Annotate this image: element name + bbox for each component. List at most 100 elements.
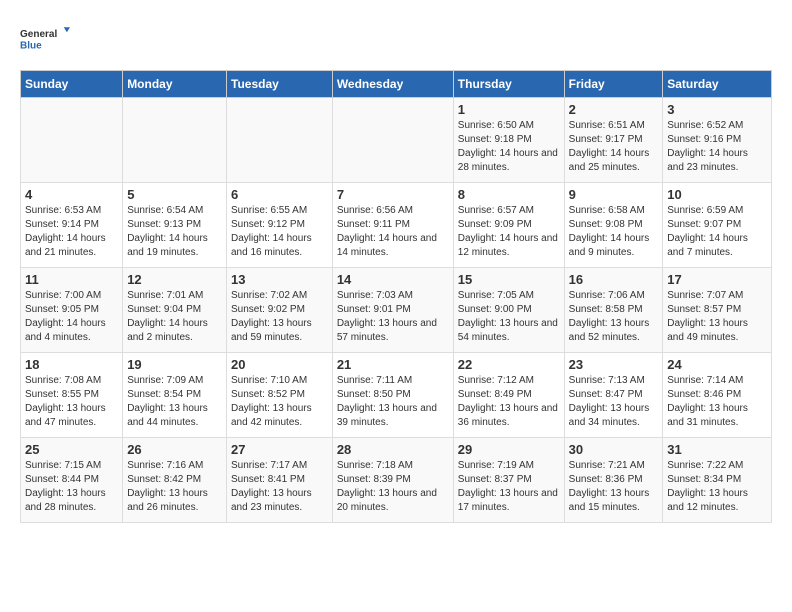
logo-svg: General Blue: [20, 20, 70, 60]
day-info: Sunrise: 7:18 AM Sunset: 8:39 PM Dayligh…: [337, 459, 449, 515]
day-info: Sunrise: 6:58 AM Sunset: 9:08 PM Dayligh…: [569, 204, 659, 260]
calendar-cell: 1Sunrise: 6:50 AM Sunset: 9:18 PM Daylig…: [453, 98, 564, 183]
day-number: 9: [569, 187, 659, 202]
day-info: Sunrise: 7:05 AM Sunset: 9:00 PM Dayligh…: [458, 289, 560, 345]
calendar-cell: 14 Sunrise: 7:03 AM Sunset: 9:01 PM Dayli…: [332, 268, 453, 353]
header-tuesday: Tuesday: [227, 71, 333, 98]
calendar-cell: 27 Sunrise: 7:17 AM Sunset: 8:41 PM Dayli…: [227, 438, 333, 523]
calendar-table: SundayMondayTuesdayWednesdayThursdayFrid…: [20, 70, 772, 523]
calendar-cell: 31 Sunrise: 7:22 AM Sunset: 8:34 PM Dayli…: [663, 438, 772, 523]
day-number: 24: [667, 357, 767, 372]
day-info: Sunrise: 6:59 AM Sunset: 9:07 PM Dayligh…: [667, 204, 767, 260]
day-info: Sunrise: 7:22 AM Sunset: 8:34 PM Dayligh…: [667, 459, 767, 515]
day-info: Sunrise: 6:51 AM Sunset: 9:17 PM Dayligh…: [569, 119, 659, 175]
day-number: 28: [337, 442, 449, 457]
day-number: 30: [569, 442, 659, 457]
day-info: Sunrise: 7:14 AM Sunset: 8:46 PM Dayligh…: [667, 374, 767, 430]
day-number: 6: [231, 187, 328, 202]
calendar-cell: 10 Sunrise: 6:59 AM Sunset: 9:07 PM Dayli…: [663, 183, 772, 268]
calendar-cell: [332, 98, 453, 183]
day-number: 23: [569, 357, 659, 372]
header-sunday: Sunday: [21, 71, 123, 98]
calendar-cell: 13Sunrise: 7:02 AM Sunset: 9:02 PM Dayli…: [227, 268, 333, 353]
day-info: Sunrise: 7:17 AM Sunset: 8:41 PM Dayligh…: [231, 459, 328, 515]
day-number: 8: [458, 187, 560, 202]
calendar-week-row: 1Sunrise: 6:50 AM Sunset: 9:18 PM Daylig…: [21, 98, 772, 183]
day-info: Sunrise: 7:08 AM Sunset: 8:55 PM Dayligh…: [25, 374, 118, 430]
day-number: 7: [337, 187, 449, 202]
day-info: Sunrise: 7:01 AM Sunset: 9:04 PM Dayligh…: [127, 289, 222, 345]
calendar-week-row: 4 Sunrise: 6:53 AM Sunset: 9:14 PM Daylig…: [21, 183, 772, 268]
logo: General Blue: [20, 20, 70, 60]
calendar-cell: 12Sunrise: 7:01 AM Sunset: 9:04 PM Dayli…: [123, 268, 227, 353]
day-info: Sunrise: 6:53 AM Sunset: 9:14 PM Dayligh…: [25, 204, 118, 260]
day-info: Sunrise: 7:10 AM Sunset: 8:52 PM Dayligh…: [231, 374, 328, 430]
calendar-cell: 21 Sunrise: 7:11 AM Sunset: 8:50 PM Dayli…: [332, 353, 453, 438]
day-number: 26: [127, 442, 222, 457]
calendar-cell: 28 Sunrise: 7:18 AM Sunset: 8:39 PM Dayli…: [332, 438, 453, 523]
day-info: Sunrise: 7:13 AM Sunset: 8:47 PM Dayligh…: [569, 374, 659, 430]
day-number: 25: [25, 442, 118, 457]
day-info: Sunrise: 7:07 AM Sunset: 8:57 PM Dayligh…: [667, 289, 767, 345]
day-number: 14: [337, 272, 449, 287]
calendar-cell: [123, 98, 227, 183]
calendar-cell: 5 Sunrise: 6:54 AM Sunset: 9:13 PM Daylig…: [123, 183, 227, 268]
calendar-cell: 11Sunrise: 7:00 AM Sunset: 9:05 PM Dayli…: [21, 268, 123, 353]
day-info: Sunrise: 6:56 AM Sunset: 9:11 PM Dayligh…: [337, 204, 449, 260]
calendar-cell: 9 Sunrise: 6:58 AM Sunset: 9:08 PM Daylig…: [564, 183, 663, 268]
day-number: 21: [337, 357, 449, 372]
day-number: 17: [667, 272, 767, 287]
day-info: Sunrise: 7:15 AM Sunset: 8:44 PM Dayligh…: [25, 459, 118, 515]
calendar-cell: 15 Sunrise: 7:05 AM Sunset: 9:00 PM Dayli…: [453, 268, 564, 353]
calendar-cell: 29Sunrise: 7:19 AM Sunset: 8:37 PM Dayli…: [453, 438, 564, 523]
header-saturday: Saturday: [663, 71, 772, 98]
calendar-cell: 25 Sunrise: 7:15 AM Sunset: 8:44 PM Dayli…: [21, 438, 123, 523]
day-info: Sunrise: 7:16 AM Sunset: 8:42 PM Dayligh…: [127, 459, 222, 515]
calendar-header-row: SundayMondayTuesdayWednesdayThursdayFrid…: [21, 71, 772, 98]
calendar-cell: 18 Sunrise: 7:08 AM Sunset: 8:55 PM Dayli…: [21, 353, 123, 438]
calendar-cell: 7 Sunrise: 6:56 AM Sunset: 9:11 PM Daylig…: [332, 183, 453, 268]
calendar-cell: 26 Sunrise: 7:16 AM Sunset: 8:42 PM Dayli…: [123, 438, 227, 523]
day-info: Sunrise: 6:55 AM Sunset: 9:12 PM Dayligh…: [231, 204, 328, 260]
day-info: Sunrise: 7:03 AM Sunset: 9:01 PM Dayligh…: [337, 289, 449, 345]
header-friday: Friday: [564, 71, 663, 98]
day-info: Sunrise: 6:50 AM Sunset: 9:18 PM Dayligh…: [458, 119, 560, 175]
calendar-cell: 30Sunrise: 7:21 AM Sunset: 8:36 PM Dayli…: [564, 438, 663, 523]
calendar-cell: 4 Sunrise: 6:53 AM Sunset: 9:14 PM Daylig…: [21, 183, 123, 268]
day-number: 10: [667, 187, 767, 202]
day-number: 3: [667, 102, 767, 117]
calendar-cell: 3 Sunrise: 6:52 AM Sunset: 9:16 PM Daylig…: [663, 98, 772, 183]
calendar-week-row: 25 Sunrise: 7:15 AM Sunset: 8:44 PM Dayli…: [21, 438, 772, 523]
day-number: 18: [25, 357, 118, 372]
day-number: 16: [569, 272, 659, 287]
calendar-cell: 6 Sunrise: 6:55 AM Sunset: 9:12 PM Daylig…: [227, 183, 333, 268]
calendar-cell: 8 Sunrise: 6:57 AM Sunset: 9:09 PM Daylig…: [453, 183, 564, 268]
calendar-cell: 20 Sunrise: 7:10 AM Sunset: 8:52 PM Dayli…: [227, 353, 333, 438]
day-info: Sunrise: 7:06 AM Sunset: 8:58 PM Dayligh…: [569, 289, 659, 345]
day-number: 4: [25, 187, 118, 202]
calendar-cell: 22 Sunrise: 7:12 AM Sunset: 8:49 PM Dayli…: [453, 353, 564, 438]
day-info: Sunrise: 7:11 AM Sunset: 8:50 PM Dayligh…: [337, 374, 449, 430]
day-info: Sunrise: 6:54 AM Sunset: 9:13 PM Dayligh…: [127, 204, 222, 260]
calendar-cell: [227, 98, 333, 183]
day-info: Sunrise: 7:00 AM Sunset: 9:05 PM Dayligh…: [25, 289, 118, 345]
calendar-cell: 16 Sunrise: 7:06 AM Sunset: 8:58 PM Dayli…: [564, 268, 663, 353]
day-info: Sunrise: 6:57 AM Sunset: 9:09 PM Dayligh…: [458, 204, 560, 260]
day-info: Sunrise: 6:52 AM Sunset: 9:16 PM Dayligh…: [667, 119, 767, 175]
calendar-cell: 24 Sunrise: 7:14 AM Sunset: 8:46 PM Dayli…: [663, 353, 772, 438]
day-number: 19: [127, 357, 222, 372]
calendar-cell: [21, 98, 123, 183]
day-info: Sunrise: 7:02 AM Sunset: 9:02 PM Dayligh…: [231, 289, 328, 345]
day-number: 20: [231, 357, 328, 372]
page-header: General Blue: [20, 20, 772, 60]
svg-text:Blue: Blue: [20, 40, 42, 51]
day-number: 31: [667, 442, 767, 457]
day-info: Sunrise: 7:12 AM Sunset: 8:49 PM Dayligh…: [458, 374, 560, 430]
day-number: 27: [231, 442, 328, 457]
day-number: 15: [458, 272, 560, 287]
day-number: 5: [127, 187, 222, 202]
calendar-week-row: 18 Sunrise: 7:08 AM Sunset: 8:55 PM Dayli…: [21, 353, 772, 438]
day-info: Sunrise: 7:19 AM Sunset: 8:37 PM Dayligh…: [458, 459, 560, 515]
day-number: 22: [458, 357, 560, 372]
svg-text:General: General: [20, 29, 57, 40]
